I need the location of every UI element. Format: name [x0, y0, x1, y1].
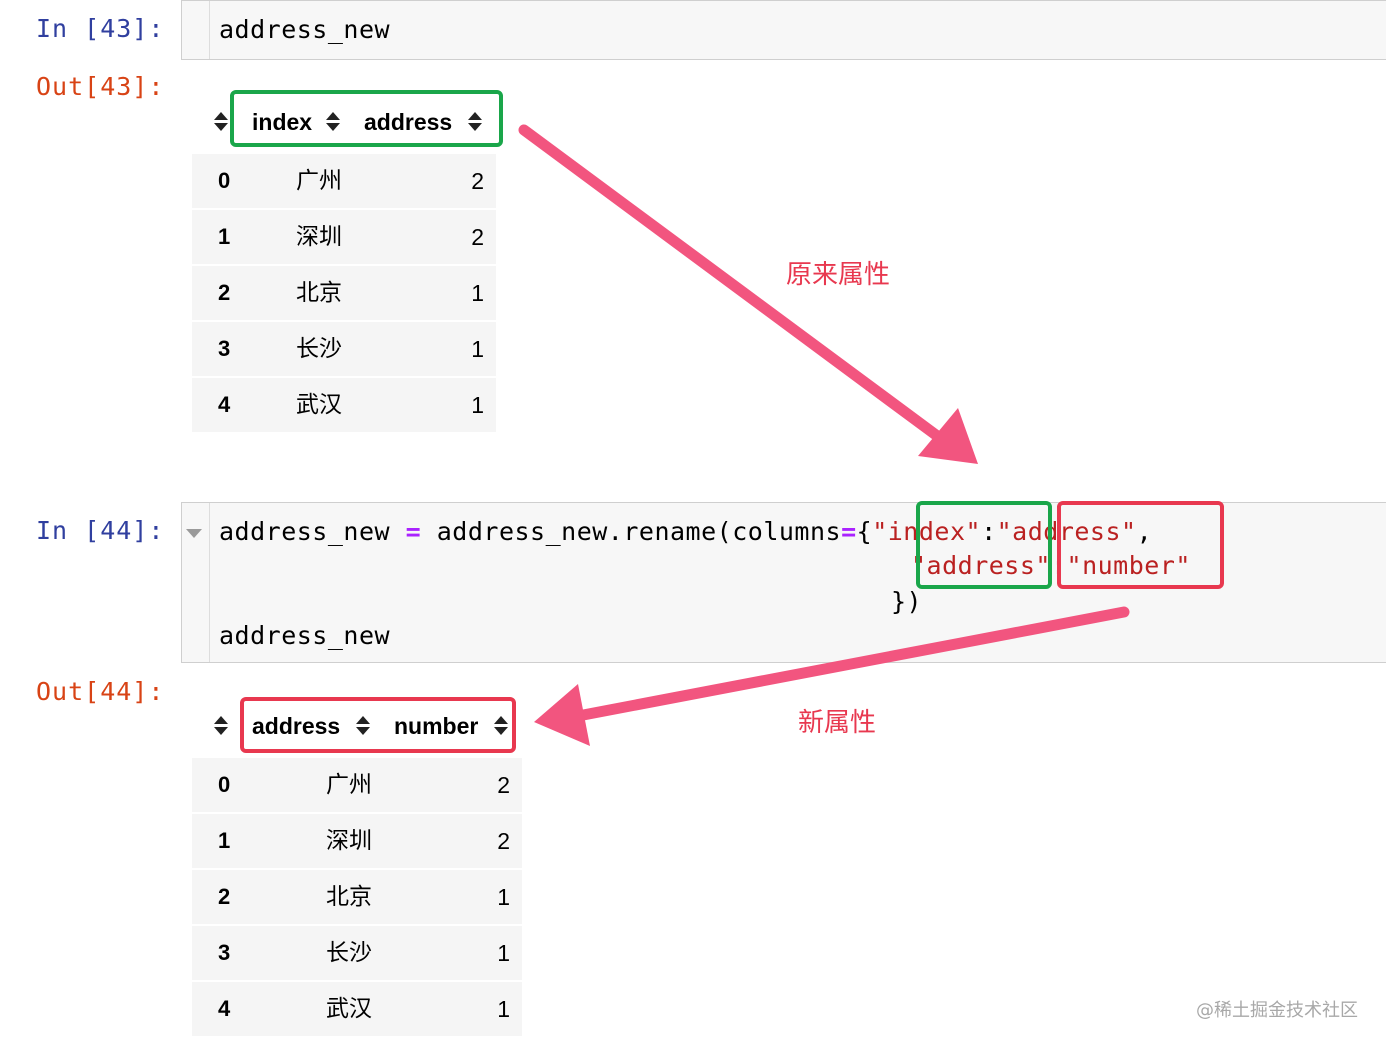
arrow-down-right — [518, 124, 978, 464]
annotation-arrows — [518, 124, 1130, 746]
label-original-attribute: 原来属性 — [786, 260, 891, 290]
watermark: @稀土掘金技术社区 — [1196, 1000, 1358, 1021]
label-new-attribute: 新属性 — [798, 708, 877, 738]
